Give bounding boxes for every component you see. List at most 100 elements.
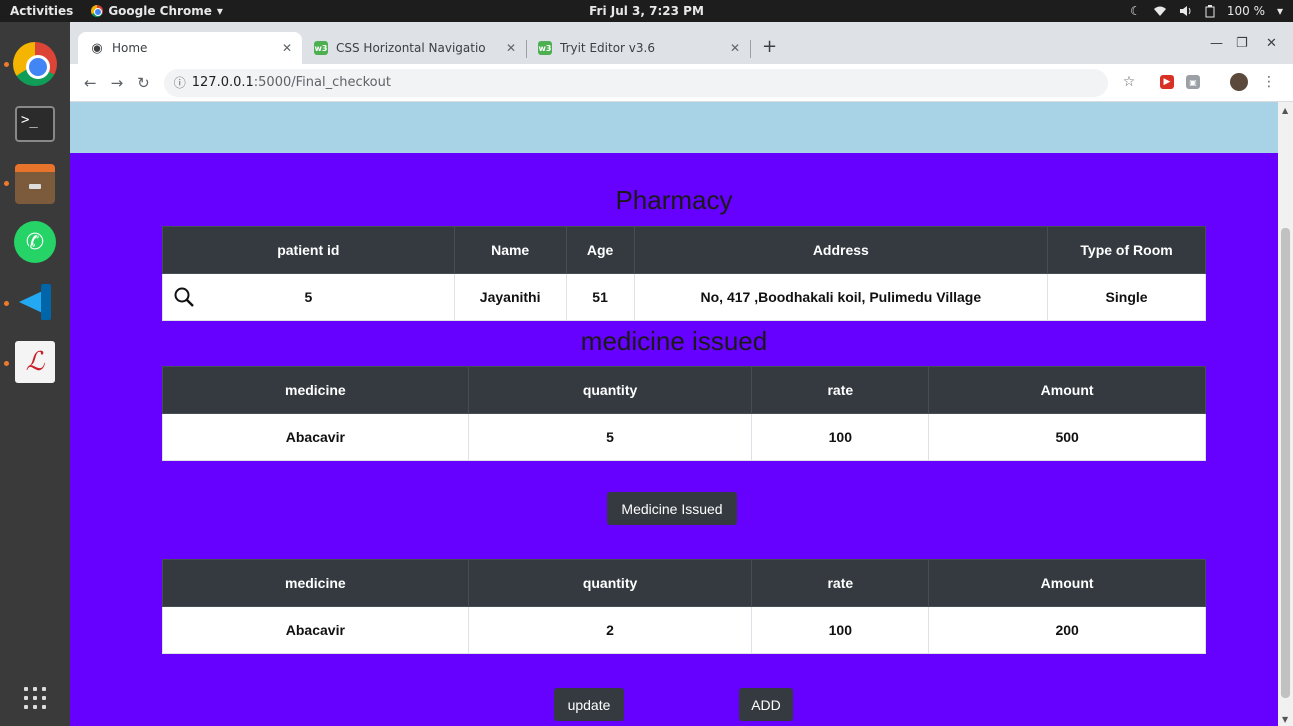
tab-home[interactable]: ◉ Home ✕	[78, 32, 302, 64]
column-header: quantity	[467, 559, 753, 607]
night-light-icon: ☾	[1130, 4, 1141, 18]
column-header: medicine	[162, 366, 469, 414]
more-menu-icon[interactable]: ⋮	[1260, 73, 1278, 91]
restore-icon[interactable]: ❐	[1236, 36, 1248, 51]
chrome-icon	[13, 42, 57, 86]
column-header: Age	[565, 226, 635, 274]
vscode-icon	[15, 282, 55, 322]
table-cell: Abacavir	[162, 413, 469, 461]
forward-icon[interactable]: →	[111, 74, 124, 92]
table-cell: 100	[751, 606, 930, 654]
table-cell: 500	[928, 413, 1206, 461]
table-cell: Single	[1047, 273, 1206, 321]
pending-medicine-table: medicine quantity rate Amount Abacavir 2…	[162, 559, 1206, 654]
column-header: Type of Room	[1047, 226, 1206, 274]
patient-id-value: 5	[304, 289, 313, 305]
column-header: rate	[751, 366, 930, 414]
url-path: :5000/Final_checkout	[253, 75, 391, 90]
issued-medicine-table: medicine quantity rate Amount Abacavir 5…	[162, 366, 1206, 461]
table-cell: 100	[751, 413, 930, 461]
patient-table: patient id Name Age Address Type of Room…	[162, 226, 1206, 321]
dock-whatsapp[interactable]: ✆	[11, 218, 59, 266]
reload-icon[interactable]: ↻	[137, 74, 150, 92]
table-cell: No, 417 ,Boodhakali koil, Pulimedu Villa…	[633, 273, 1049, 321]
tab-tryit-editor[interactable]: w3 Tryit Editor v3.6 ✕	[526, 32, 750, 64]
scrollbar-thumb[interactable]	[1281, 228, 1290, 698]
page-scrollbar[interactable]: ▲ ▼	[1278, 102, 1293, 726]
table-row: 5 Jayanithi 51 No, 417 ,Boodhakali koil,…	[162, 273, 1206, 321]
app-menu[interactable]: Google Chrome ▾	[91, 4, 223, 18]
terminal-icon: >_	[15, 106, 55, 142]
dock-pdf-viewer[interactable]: ℒ	[11, 338, 59, 386]
tab-title: Home	[112, 41, 148, 55]
column-header: Address	[633, 226, 1049, 274]
battery-percentage: 100 %	[1226, 4, 1265, 18]
close-icon[interactable]: ✕	[730, 41, 740, 55]
dock: >_ ✆ ℒ	[0, 22, 70, 726]
scroll-up-arrow[interactable]: ▲	[1282, 106, 1288, 115]
battery-icon	[1205, 4, 1215, 17]
chrome-icon	[91, 5, 104, 17]
w3schools-icon: w3	[314, 41, 328, 55]
info-icon[interactable]: ⓘ	[174, 74, 186, 91]
table-row: Abacavir 5 100 500	[162, 413, 1206, 461]
address-bar[interactable]: ⓘ 127.0.0.1 :5000/Final_checkout	[163, 68, 1108, 97]
close-window-icon[interactable]: ✕	[1266, 36, 1277, 51]
medicine-issued-button[interactable]: Medicine Issued	[607, 492, 737, 525]
section-heading-medicine-issued: medicine issued	[580, 326, 768, 356]
close-icon[interactable]: ✕	[282, 41, 292, 55]
tab-title: Tryit Editor v3.6	[560, 41, 655, 55]
column-header: patient id	[162, 226, 455, 274]
chevron-down-icon: ▾	[216, 4, 223, 18]
running-indicator	[4, 62, 9, 67]
add-button[interactable]: ADD	[739, 688, 793, 721]
table-cell: Abacavir	[162, 606, 469, 654]
back-icon[interactable]: ←	[84, 74, 97, 92]
running-indicator	[4, 181, 9, 186]
browser-tab-strip: ◉ Home ✕ w3 CSS Horizontal Navigatio ✕ w…	[70, 22, 1293, 64]
dock-vscode[interactable]	[11, 278, 59, 326]
dock-files[interactable]	[11, 160, 59, 208]
column-header: quantity	[467, 366, 753, 414]
profile-avatar[interactable]	[1230, 73, 1248, 91]
extension-icon[interactable]: ▶	[1160, 75, 1174, 89]
dock-chrome[interactable]	[11, 40, 59, 88]
system-top-bar: Activities Google Chrome ▾ Fri Jul 3, 7:…	[0, 0, 1293, 22]
table-cell: 5	[467, 413, 753, 461]
whatsapp-icon: ✆	[14, 221, 56, 263]
tab-separator	[750, 40, 751, 58]
column-header: Amount	[928, 366, 1206, 414]
column-header: Amount	[928, 559, 1206, 607]
tab-css-navigation[interactable]: w3 CSS Horizontal Navigatio ✕	[302, 32, 526, 64]
minimize-icon[interactable]: —	[1210, 36, 1223, 51]
page-header-band	[70, 102, 1278, 153]
running-indicator	[4, 361, 9, 366]
table-header-row: medicine quantity rate Amount	[162, 559, 1206, 607]
running-indicator	[4, 301, 9, 306]
show-applications-icon[interactable]	[24, 687, 46, 709]
page-title: Pharmacy	[615, 185, 733, 215]
table-cell: Jayanithi	[453, 273, 567, 321]
url-host: 127.0.0.1	[191, 75, 254, 90]
scroll-down-arrow[interactable]: ▼	[1282, 715, 1288, 724]
bookmark-star-icon[interactable]: ☆	[1120, 73, 1138, 91]
files-icon	[15, 164, 55, 204]
globe-icon: ◉	[91, 40, 103, 56]
close-icon[interactable]: ✕	[506, 41, 516, 55]
table-cell: 2	[467, 606, 753, 654]
new-tab-icon[interactable]: +	[762, 36, 777, 57]
volume-icon	[1179, 6, 1191, 16]
browser-toolbar: ← → ↻ ⓘ 127.0.0.1 :5000/Final_checkout ☆…	[70, 64, 1293, 102]
extension-icon[interactable]: ▣	[1186, 75, 1200, 89]
column-header: Name	[453, 226, 567, 274]
update-button[interactable]: update	[554, 688, 624, 721]
patient-id-cell: 5	[162, 273, 455, 321]
table-row: Abacavir 2 100 200	[162, 606, 1206, 654]
page-viewport: Pharmacy patient id Name Age Address Typ…	[70, 102, 1278, 726]
wifi-icon	[1153, 6, 1166, 16]
activities-button[interactable]: Activities	[10, 4, 73, 18]
search-icon[interactable]	[173, 286, 195, 308]
dock-terminal[interactable]: >_	[11, 100, 59, 148]
w3schools-icon: w3	[538, 41, 552, 55]
system-status-area[interactable]: ☾ 100 % ▾	[1130, 4, 1283, 18]
